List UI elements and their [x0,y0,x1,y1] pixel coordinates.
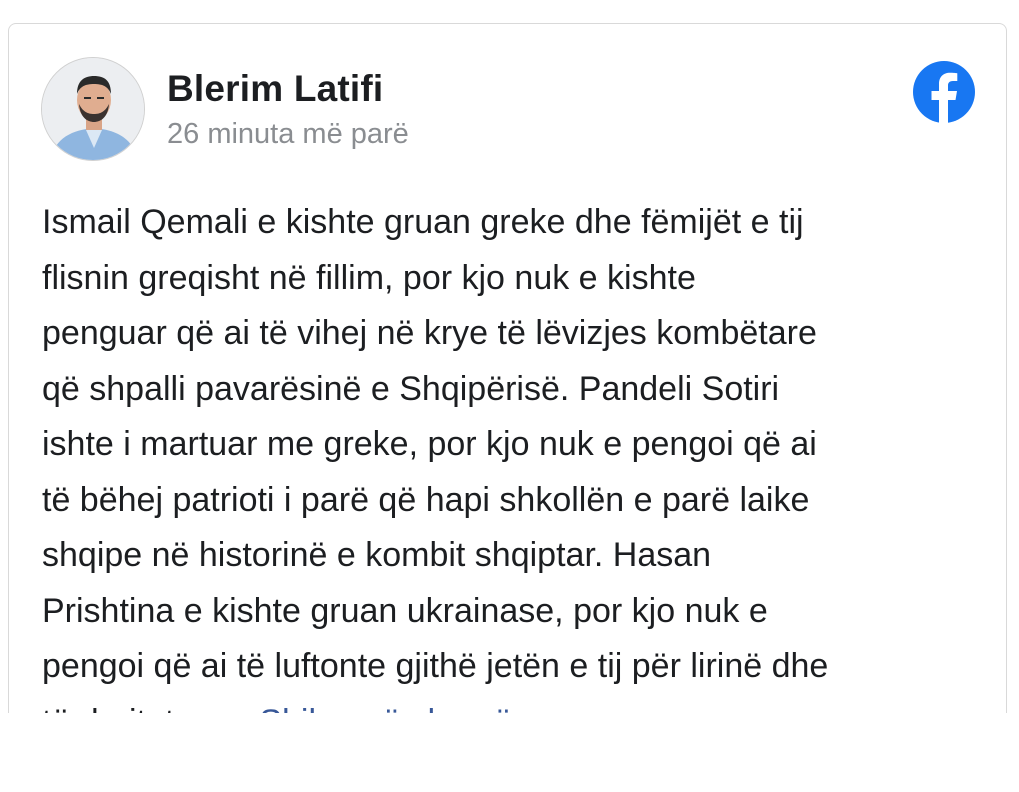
facebook-icon[interactable] [912,60,976,124]
post-line: penguar që ai të vihej në krye të lëvizj… [42,314,817,352]
author-name[interactable]: Blerim Latifi [167,68,383,110]
post-line: shqipe në historinë e kombit shqiptar. H… [42,536,712,574]
post-line: Ismail Qemali e kishte gruan greke dhe f… [42,203,804,241]
post-line: të bëhej patrioti i parë që hapi shkollë… [42,480,810,519]
post-line: që shpalli pavarësinë e Shqipërisë. Pand… [42,369,780,408]
post-card: Blerim Latifi 26 minuta më parë Ismail Q… [8,23,1007,713]
post-line: ishte i martuar me greke, por kjo nuk e … [42,425,817,463]
avatar-photo [42,58,144,160]
truncated-text: të drejtat e... [42,703,231,714]
post-line: flisnin greqisht në fillim, por kjo nuk … [42,258,696,297]
post-timestamp[interactable]: 26 minuta më parë [167,118,409,151]
avatar[interactable] [41,57,145,161]
post-line: pengoi që ai të luftonte gjithë jetën e … [42,647,829,685]
see-more-link[interactable]: Shiko më shumë [259,703,512,714]
post-body: Ismail Qemali e kishte gruan greke dhe f… [42,195,992,713]
post-line: Prishtina e kishte gruan ukrainase, por … [42,591,768,630]
post-line-truncated: të drejtat e... Shiko më shumë [42,695,992,714]
